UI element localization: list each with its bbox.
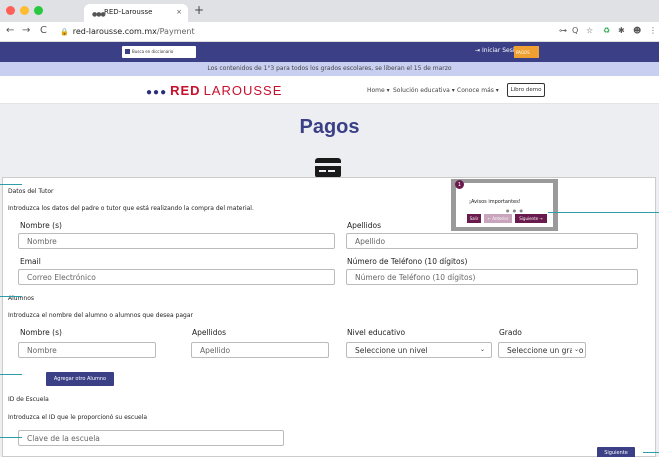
add-student-button[interactable]: Agregar otro Alumno [46,372,114,386]
window-controls [6,6,43,15]
escuela-section-title: ID de Escuela [8,396,49,403]
alumno-nombre-label: Nombre (s) [20,328,62,337]
callout-line [548,212,659,213]
forward-button[interactable]: → [22,25,30,36]
grado-label: Grado [499,328,522,337]
escuela-instructions: Introduzca el ID que le proporcionó su e… [8,414,148,421]
menu-conoce-mas[interactable]: Conoce más ▾ [457,87,499,94]
alumno-apellidos-input[interactable]: Apellido [191,342,329,358]
callout-line [0,184,22,185]
avisos-popup: ¡Avisos importantes! ● ● ● Salir ← Anter… [451,179,558,231]
favicon-icon: ●●● [92,11,106,18]
zoom-icon[interactable]: Q [572,26,578,35]
pagos-button[interactable]: PAGOS [514,46,539,58]
minimize-window-icon[interactable] [20,6,29,15]
avisos-salir-button[interactable]: Salir [467,214,481,223]
tab-close-icon[interactable]: × [176,8,182,16]
tab-title: RED-Larousse [104,8,153,16]
site-top-bar: Busca en diccionario ⇥ Iniciar Sesión PA… [0,42,659,62]
libro-demo-button[interactable]: Libro demo [507,83,545,97]
avisos-title: ¡Avisos importantes! [469,199,521,205]
callout-line [0,296,22,297]
avisos-dialog: ¡Avisos importantes! ● ● ● Salir ← Anter… [456,183,553,227]
lock-icon: 🔒 [60,28,69,36]
avisos-siguiente-button[interactable]: Siguiente → [515,214,547,223]
login-icon: ⇥ [475,47,481,54]
dictionary-search-button[interactable]: Busca en diccionario [122,46,196,58]
tutor-nombre-input[interactable]: Nombre [18,233,335,249]
url-path: /Payment [156,27,195,36]
nivel-educativo-select[interactable]: Seleccione un nivel ⌄ [346,342,492,358]
url-domain: red-larousse.com.mx [72,27,157,36]
dictionary-label: Busca en diccionario [132,49,174,54]
browser-tab-strip: ●●● RED-Larousse × + [0,0,659,22]
callout-line [0,374,22,375]
announcement-banner: Los contenidos de 1°3 para todos los gra… [0,62,659,76]
tutor-instructions: Introduzca los datos del padre o tutor q… [8,205,254,212]
logo-red: RED [170,83,201,98]
new-tab-button[interactable]: + [194,3,204,17]
close-window-icon[interactable] [6,6,15,15]
nivel-educativo-label: Nivel educativo [347,328,406,337]
logo-dots-icon: ●●● [146,87,168,98]
main-navigation: ●●● RED LAROUSSE Home ▾ Solución educativa… [0,76,659,104]
tutor-apellidos-input[interactable]: Apellido [346,233,638,249]
extension-icon[interactable]: ♻ [603,26,610,35]
next-button[interactable]: Siguiente [597,447,635,457]
browser-tab[interactable]: ●●● RED-Larousse × [84,4,188,22]
address-bar-row: ← → C 🔒 red-larousse.com.mx/Payment ⊶ Q ☆… [0,22,659,42]
nivel-educativo-value: Seleccione un nivel [355,346,428,355]
bookmark-star-icon[interactable]: ☆ [586,26,593,35]
tutor-email-label: Email [20,257,41,266]
logo-larousse: LAROUSSE [203,83,283,98]
school-id-input[interactable]: Clave de la escuela [18,430,284,446]
back-button[interactable]: ← [6,25,14,36]
reload-button[interactable]: C [40,25,47,36]
tutor-telefono-input[interactable]: Número de Teléfono (10 dígitos) [346,269,638,285]
callout-line [643,452,659,453]
key-icon[interactable]: ⊶ [559,26,567,35]
tutor-apellidos-label: Apellidos [347,221,382,230]
menu-home[interactable]: Home ▾ [367,87,390,94]
callout-line [0,437,22,438]
browser-menu-icon[interactable]: ⋮ [649,26,657,35]
alumnos-instructions: Introduzca el nombre del alumno o alumno… [8,312,193,319]
tutor-section-title: Datos del Tutor [8,188,54,195]
avisos-step-badge: 1 [455,180,464,189]
red-larousse-logo[interactable]: ●●● RED LAROUSSE [146,83,282,98]
grado-select[interactable]: Seleccione un grado ⌄ [498,342,586,358]
profile-icon[interactable]: ☻ [633,26,641,35]
tutor-email-input[interactable]: Correo Electrónico [18,269,335,285]
alumno-apellidos-label: Apellidos [192,328,227,337]
extensions-puzzle-icon[interactable]: ✱ [618,26,625,35]
chevron-down-icon: ⌄ [479,346,485,353]
page-title: Pagos [299,116,360,138]
chevron-down-icon: ⌄ [571,346,579,353]
maximize-window-icon[interactable] [34,6,43,15]
avisos-pager-dots: ● ● ● [506,208,525,213]
book-icon [125,49,130,54]
tutor-nombre-label: Nombre (s) [20,221,62,230]
alumno-nombre-input[interactable]: Nombre [18,342,156,358]
url-field[interactable]: 🔒 red-larousse.com.mx/Payment [60,25,580,39]
menu-solucion-educativa[interactable]: Solución educativa ▾ [393,87,455,94]
tutor-telefono-label: Número de Teléfono (10 dígitos) [347,257,468,266]
credit-card-icon [315,158,341,178]
avisos-anterior-button[interactable]: ← Anterior [484,214,512,223]
